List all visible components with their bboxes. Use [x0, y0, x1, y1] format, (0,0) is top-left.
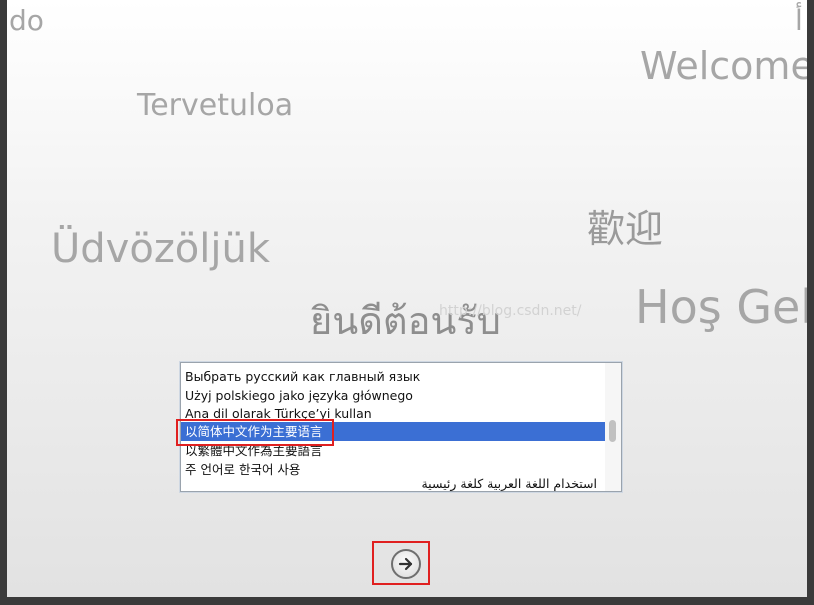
language-option-polish[interactable]: Użyj polskiego jako języka głównego: [181, 386, 605, 405]
greeting-partial-arabic: أ: [795, 4, 803, 37]
greeting-hosgeldiniz: Hoş Gel: [635, 280, 807, 334]
greeting-thai: ยินดีต้อนรับ: [310, 299, 501, 343]
language-option-arabic[interactable]: استخدام اللغة العربية كلغة رئيسية: [181, 477, 605, 491]
greeting-chinese: 歡迎: [587, 207, 664, 251]
language-option-russian[interactable]: Выбрать русский как главный язык: [181, 367, 605, 386]
annotation-box-continue: [372, 541, 430, 585]
greeting-udvozoljuk: Üdvözöljük: [51, 226, 271, 272]
greeting-partial-do: do: [9, 4, 44, 37]
greeting-tervetuloa: Tervetuloa: [137, 88, 294, 123]
scrollbar-thumb[interactable]: [609, 420, 616, 442]
greeting-welcome: Welcome: [640, 44, 807, 88]
list-scrollbar[interactable]: [605, 363, 621, 491]
watermark-text: http://blog.csdn.net/: [439, 303, 582, 319]
annotation-box-selected-language: [176, 419, 334, 446]
welcome-panel: do أ Welcome Tervetuloa 歡迎 Üdvözöljük ยิ…: [7, 0, 807, 597]
